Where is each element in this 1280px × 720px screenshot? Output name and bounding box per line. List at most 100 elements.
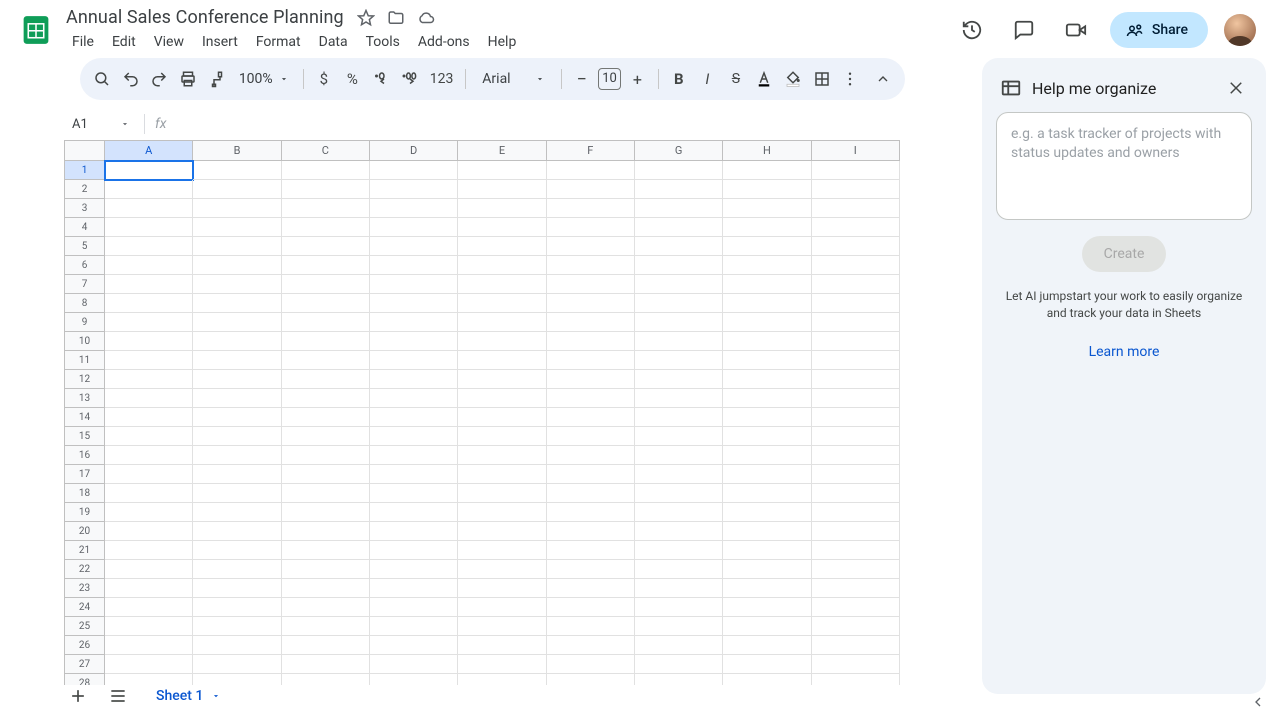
cell[interactable] <box>547 617 635 636</box>
cell[interactable] <box>282 503 370 522</box>
cell[interactable] <box>635 465 723 484</box>
row-header[interactable]: 6 <box>65 256 105 275</box>
cell[interactable] <box>723 541 811 560</box>
cell[interactable] <box>458 674 546 685</box>
more-number-formats-button[interactable]: 123 <box>426 65 458 93</box>
cell[interactable] <box>193 389 281 408</box>
cell[interactable] <box>635 674 723 685</box>
row-header[interactable]: 22 <box>65 560 105 579</box>
menu-format[interactable]: Format <box>248 30 309 54</box>
cell[interactable] <box>282 256 370 275</box>
cell[interactable] <box>458 446 546 465</box>
cell[interactable] <box>458 636 546 655</box>
all-sheets-icon[interactable] <box>104 682 132 710</box>
cell[interactable] <box>282 275 370 294</box>
cell[interactable] <box>105 180 193 199</box>
increase-decimal-icon[interactable] <box>397 65 422 93</box>
row-header[interactable]: 5 <box>65 237 105 256</box>
cell[interactable] <box>370 256 458 275</box>
cell[interactable] <box>458 427 546 446</box>
cell[interactable] <box>370 275 458 294</box>
cell[interactable] <box>635 218 723 237</box>
cell[interactable] <box>458 161 546 180</box>
cell[interactable] <box>547 503 635 522</box>
cell[interactable] <box>105 161 193 180</box>
cell[interactable] <box>193 351 281 370</box>
organize-prompt-input[interactable]: e.g. a task tracker of projects with sta… <box>996 112 1252 220</box>
cell[interactable] <box>547 351 635 370</box>
row-header[interactable]: 27 <box>65 655 105 674</box>
cell[interactable] <box>812 332 900 351</box>
cell[interactable] <box>282 351 370 370</box>
cell[interactable] <box>458 484 546 503</box>
comments-icon[interactable] <box>1006 12 1042 48</box>
cell[interactable] <box>193 541 281 560</box>
cell[interactable] <box>458 351 546 370</box>
move-folder-icon[interactable] <box>386 8 406 28</box>
cell[interactable] <box>105 351 193 370</box>
cell[interactable] <box>812 275 900 294</box>
cell[interactable] <box>282 332 370 351</box>
cell[interactable] <box>547 275 635 294</box>
cell[interactable] <box>282 294 370 313</box>
font-family-dropdown[interactable]: Arial <box>474 71 552 87</box>
cell[interactable] <box>105 427 193 446</box>
cell[interactable] <box>812 598 900 617</box>
cell[interactable] <box>370 313 458 332</box>
cell[interactable] <box>812 674 900 685</box>
cell[interactable] <box>635 332 723 351</box>
document-title[interactable]: Annual Sales Conference Planning <box>64 6 346 29</box>
menu-tools[interactable]: Tools <box>358 30 408 54</box>
cell[interactable] <box>105 655 193 674</box>
cell[interactable] <box>458 275 546 294</box>
cell[interactable] <box>723 218 811 237</box>
cell[interactable] <box>458 313 546 332</box>
row-header[interactable]: 21 <box>65 541 105 560</box>
cell[interactable] <box>105 370 193 389</box>
italic-icon[interactable]: I <box>695 65 720 93</box>
close-icon[interactable] <box>1224 76 1248 100</box>
cell[interactable] <box>812 522 900 541</box>
cell[interactable] <box>635 636 723 655</box>
meet-video-icon[interactable] <box>1058 12 1094 48</box>
cell[interactable] <box>723 332 811 351</box>
cell[interactable] <box>105 313 193 332</box>
cell[interactable] <box>458 199 546 218</box>
cell[interactable] <box>547 218 635 237</box>
cell[interactable] <box>458 256 546 275</box>
menu-addons[interactable]: Add-ons <box>410 30 478 54</box>
percent-format-icon[interactable]: % <box>340 65 365 93</box>
cell[interactable] <box>547 446 635 465</box>
decrease-font-size-icon[interactable]: − <box>569 65 594 93</box>
cell[interactable] <box>370 579 458 598</box>
row-header[interactable]: 20 <box>65 522 105 541</box>
cell[interactable] <box>282 408 370 427</box>
cell[interactable] <box>812 370 900 389</box>
cell[interactable] <box>193 180 281 199</box>
cell[interactable] <box>370 218 458 237</box>
cell[interactable] <box>105 256 193 275</box>
cell[interactable] <box>370 161 458 180</box>
cell[interactable] <box>370 408 458 427</box>
cell[interactable] <box>105 408 193 427</box>
cell[interactable] <box>458 465 546 484</box>
cell[interactable] <box>282 598 370 617</box>
cell[interactable] <box>282 674 370 685</box>
cell[interactable] <box>282 237 370 256</box>
cell[interactable] <box>193 408 281 427</box>
cell[interactable] <box>105 579 193 598</box>
cell[interactable] <box>635 370 723 389</box>
cell[interactable] <box>723 351 811 370</box>
cell[interactable] <box>547 655 635 674</box>
cell[interactable] <box>370 617 458 636</box>
sheet-tab-active[interactable]: Sheet 1 <box>144 682 233 710</box>
cell[interactable] <box>458 598 546 617</box>
cell[interactable] <box>193 655 281 674</box>
cell[interactable] <box>193 560 281 579</box>
cell[interactable] <box>282 541 370 560</box>
cell[interactable] <box>370 332 458 351</box>
cell[interactable] <box>812 579 900 598</box>
cell[interactable] <box>812 446 900 465</box>
more-toolbar-icon[interactable] <box>838 65 863 93</box>
cell[interactable] <box>370 389 458 408</box>
